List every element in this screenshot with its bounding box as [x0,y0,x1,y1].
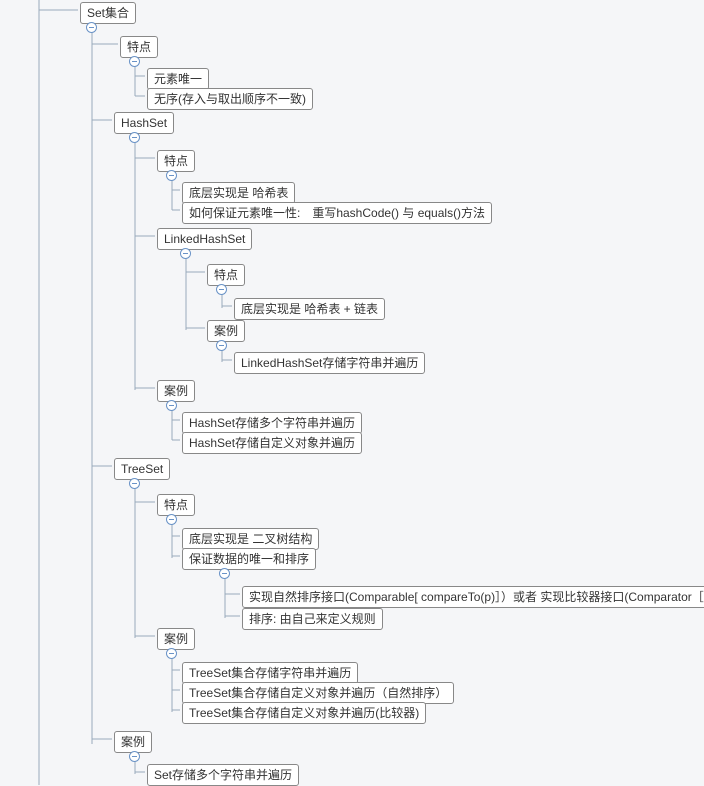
label: LinkedHashSet [164,232,245,246]
node-hashset-features[interactable]: 特点 [157,150,195,172]
label: HashSet存储自定义对象并遍历 [189,436,355,450]
node-feature-unordered[interactable]: 无序(存入与取出顺序不一致) [147,88,313,110]
label: 底层实现是 哈希表 + 链表 [241,302,378,316]
label: TreeSet [121,462,163,476]
label: 特点 [214,268,238,282]
node-lhs-features[interactable]: 特点 [207,264,245,286]
toggle-icon[interactable] [166,400,177,411]
node-hashset-example-2[interactable]: HashSet存储自定义对象并遍历 [182,432,362,454]
node-treeset-sort-rule[interactable]: 排序: 由自己来定义规则 [242,608,383,630]
label: TreeSet集合存储自定义对象并遍历(比较器) [189,706,419,720]
label: 实现自然排序接口(Comparable[ compareTo(p)］）或者 实现… [249,590,704,604]
node-treeset-example-1[interactable]: TreeSet集合存储字符串并遍历 [182,662,358,684]
node-hashset-example-1[interactable]: HashSet存储多个字符串并遍历 [182,412,362,434]
label: 元素唯一 [154,72,202,86]
node-treeset-example-3[interactable]: TreeSet集合存储自定义对象并遍历(比较器) [182,702,426,724]
toggle-icon[interactable] [180,248,191,259]
label: 案例 [121,735,145,749]
node-treeset-impl[interactable]: 底层实现是 二叉树结构 [182,528,319,550]
node-hashset-uniqueness[interactable]: 如何保证元素唯一性: 重写hashCode() 与 equals()方法 [182,202,492,224]
node-lhs-impl[interactable]: 底层实现是 哈希表 + 链表 [234,298,385,320]
label: TreeSet集合存储自定义对象并遍历（自然排序） [189,686,447,700]
toggle-icon[interactable] [129,751,140,762]
node-treeset-sort-interface[interactable]: 实现自然排序接口(Comparable[ compareTo(p)］）或者 实现… [242,586,704,608]
node-hashset-examples[interactable]: 案例 [157,380,195,402]
toggle-icon[interactable] [129,56,140,67]
label: 案例 [214,324,238,338]
label: TreeSet集合存储字符串并遍历 [189,666,351,680]
label: 特点 [164,498,188,512]
node-set-example-1[interactable]: Set存储多个字符串并遍历 [147,764,299,786]
node-treeset-guarantee[interactable]: 保证数据的唯一和排序 [182,548,316,570]
label: 排序: 由自己来定义规则 [249,612,376,626]
label: 案例 [164,632,188,646]
label: 如何保证元素唯一性: 重写hashCode() 与 equals()方法 [189,206,485,220]
node-set-collection[interactable]: Set集合 [80,2,136,24]
toggle-icon[interactable] [166,170,177,181]
label: 底层实现是 哈希表 [189,186,288,200]
node-treeset[interactable]: TreeSet [114,458,170,480]
node-features[interactable]: 特点 [120,36,158,58]
toggle-icon[interactable] [166,514,177,525]
label: Set集合 [87,6,129,20]
toggle-icon[interactable] [129,478,140,489]
node-hashset-impl[interactable]: 底层实现是 哈希表 [182,182,295,204]
label: HashSet存储多个字符串并遍历 [189,416,355,430]
toggle-icon[interactable] [129,132,140,143]
node-linkedhashset[interactable]: LinkedHashSet [157,228,252,250]
label: 案例 [164,384,188,398]
label: Set存储多个字符串并遍历 [154,768,292,782]
mindmap-canvas: Set集合 特点 元素唯一 无序(存入与取出顺序不一致) HashSet 特点 … [0,0,704,785]
toggle-icon[interactable] [216,284,227,295]
node-set-examples[interactable]: 案例 [114,731,152,753]
toggle-icon[interactable] [86,22,97,33]
label: 特点 [127,40,151,54]
node-treeset-features[interactable]: 特点 [157,494,195,516]
label: 特点 [164,154,188,168]
toggle-icon[interactable] [219,568,230,579]
label: HashSet [121,116,167,130]
node-feature-unique[interactable]: 元素唯一 [147,68,209,90]
node-treeset-example-2[interactable]: TreeSet集合存储自定义对象并遍历（自然排序） [182,682,454,704]
label: 底层实现是 二叉树结构 [189,532,312,546]
node-treeset-examples[interactable]: 案例 [157,628,195,650]
node-lhs-example-1[interactable]: LinkedHashSet存储字符串并遍历 [234,352,425,374]
toggle-icon[interactable] [216,340,227,351]
toggle-icon[interactable] [166,648,177,659]
node-lhs-examples[interactable]: 案例 [207,320,245,342]
label: 保证数据的唯一和排序 [189,552,309,566]
label: 无序(存入与取出顺序不一致) [154,92,306,106]
node-hashset[interactable]: HashSet [114,112,174,134]
label: LinkedHashSet存储字符串并遍历 [241,356,418,370]
